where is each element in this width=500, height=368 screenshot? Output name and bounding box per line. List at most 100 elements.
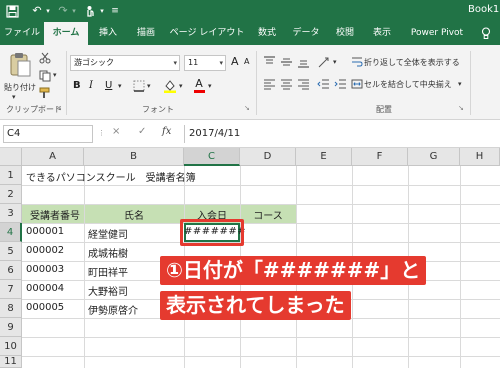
- insert-function-button[interactable]: fx: [162, 126, 171, 137]
- underline-dropdown-icon[interactable]: ▾: [118, 82, 122, 90]
- column-header-c[interactable]: C: [184, 148, 240, 166]
- font-name-select[interactable]: 游ゴシック ▾: [70, 55, 180, 71]
- fill-color-dropdown-icon[interactable]: ▾: [179, 82, 183, 90]
- borders-icon[interactable]: [132, 79, 146, 93]
- name-box[interactable]: C4: [3, 125, 93, 143]
- paste-dropdown-icon[interactable]: ▾: [12, 93, 16, 101]
- row-header-11[interactable]: 11: [0, 356, 22, 368]
- column-header-f[interactable]: F: [352, 148, 408, 166]
- cell-b7[interactable]: 大野裕司: [84, 283, 128, 298]
- cell-a4[interactable]: 000001: [22, 226, 64, 237]
- group-separator: [66, 51, 67, 115]
- column-header-g[interactable]: G: [408, 148, 460, 166]
- align-bottom-icon[interactable]: [296, 55, 311, 69]
- merge-center-button[interactable]: セルを結合して中央揃え: [364, 79, 452, 90]
- copy-icon[interactable]: [38, 69, 52, 83]
- decrease-indent-icon[interactable]: [316, 77, 331, 91]
- tab-formulas[interactable]: 数式: [250, 22, 284, 45]
- paste-label: 貼り付け: [4, 83, 36, 92]
- formula-input[interactable]: 2017/4/11: [184, 125, 500, 143]
- customize-icon[interactable]: ≡: [110, 3, 120, 19]
- copy-dropdown-icon[interactable]: ▾: [53, 71, 57, 79]
- borders-dropdown-icon[interactable]: ▾: [147, 82, 151, 90]
- cut-icon[interactable]: [38, 51, 52, 65]
- cell-a6[interactable]: 000003: [22, 264, 64, 275]
- align-center-icon[interactable]: [279, 77, 294, 91]
- align-middle-icon[interactable]: [279, 55, 294, 69]
- cell-b6[interactable]: 町田祥平: [84, 264, 128, 279]
- row-header-7[interactable]: 7: [0, 280, 22, 299]
- fill-color-icon[interactable]: [162, 78, 178, 94]
- tab-review[interactable]: 校閲: [328, 22, 362, 45]
- orientation-dropdown-icon[interactable]: ▾: [333, 58, 337, 66]
- increase-indent-icon[interactable]: [333, 77, 348, 91]
- row-header-3[interactable]: 3: [0, 204, 22, 223]
- font-size-value: 11: [188, 58, 199, 67]
- touch-dropdown-icon[interactable]: ▾: [98, 3, 106, 19]
- tab-data[interactable]: データ: [286, 22, 326, 45]
- grow-font-button[interactable]: A: [230, 54, 241, 70]
- cell-a1-title[interactable]: できるパソコンスクール 受講者名簿: [22, 169, 196, 184]
- cell-d3-header[interactable]: コース: [240, 207, 296, 222]
- lightbulb-icon[interactable]: [474, 22, 498, 45]
- row-header-1[interactable]: 1: [0, 166, 22, 185]
- cell-a5[interactable]: 000002: [22, 245, 64, 256]
- row-header-9[interactable]: 9: [0, 318, 22, 337]
- select-all-corner[interactable]: [0, 148, 22, 166]
- tab-power-pivot[interactable]: Power Pivot: [402, 22, 472, 45]
- row-header-6[interactable]: 6: [0, 261, 22, 280]
- format-painter-icon[interactable]: [38, 86, 52, 100]
- row-header-10[interactable]: 10: [0, 337, 22, 356]
- align-top-icon[interactable]: [262, 55, 277, 69]
- undo-icon[interactable]: ↶: [30, 3, 44, 19]
- row-header-8[interactable]: 8: [0, 299, 22, 318]
- merge-dropdown-icon[interactable]: ▾: [458, 80, 462, 88]
- column-header-e[interactable]: E: [296, 148, 352, 166]
- column-header-d[interactable]: D: [240, 148, 296, 166]
- tab-home[interactable]: ホーム: [44, 22, 88, 45]
- alignment-launcher-icon[interactable]: ↘: [458, 104, 464, 112]
- shrink-font-button[interactable]: A: [243, 56, 253, 70]
- font-color-dropdown-icon[interactable]: ▾: [208, 82, 212, 90]
- tab-page-layout[interactable]: ページ レイアウト: [166, 22, 248, 45]
- wrap-text-icon[interactable]: [350, 55, 363, 69]
- undo-dropdown-icon[interactable]: ▾: [44, 3, 52, 19]
- italic-button[interactable]: I: [88, 79, 100, 93]
- tab-view[interactable]: 表示: [364, 22, 400, 45]
- row-header-4[interactable]: 4: [0, 223, 22, 242]
- alignment-group-label: 配置: [376, 105, 392, 114]
- font-size-select[interactable]: 11 ▾: [184, 55, 226, 71]
- save-icon[interactable]: [4, 3, 20, 19]
- column-header-h[interactable]: H: [460, 148, 500, 166]
- cell-a3-header[interactable]: 受講者番号: [26, 207, 80, 222]
- bold-button[interactable]: B: [72, 79, 84, 93]
- column-header-a[interactable]: A: [22, 148, 84, 166]
- cell-b5[interactable]: 成城祐樹: [84, 245, 128, 260]
- font-color-icon[interactable]: A: [192, 76, 206, 94]
- merge-center-icon[interactable]: [350, 77, 363, 91]
- cell-b4[interactable]: 経堂健司: [84, 226, 128, 241]
- cell-b3-header[interactable]: 氏名: [84, 207, 184, 222]
- tab-file[interactable]: ファイル: [0, 22, 44, 45]
- clipboard-launcher-icon[interactable]: ↘: [56, 104, 62, 112]
- font-launcher-icon[interactable]: ↘: [244, 104, 250, 112]
- wrap-text-button[interactable]: 折り返して全体を表示する: [364, 57, 460, 68]
- cell-a7[interactable]: 000004: [22, 283, 64, 294]
- align-right-icon[interactable]: [296, 77, 311, 91]
- cell-a8[interactable]: 000005: [22, 302, 64, 313]
- enter-icon[interactable]: ✓: [138, 126, 146, 137]
- tab-insert[interactable]: 挿入: [90, 22, 126, 45]
- redo-icon[interactable]: ↷: [56, 3, 70, 19]
- tab-draw[interactable]: 描画: [128, 22, 164, 45]
- column-header-b[interactable]: B: [84, 148, 184, 166]
- row-header-5[interactable]: 5: [0, 242, 22, 261]
- ribbon-tabs: ファイル ホーム 挿入 描画 ページ レイアウト 数式 データ 校閲 表示 Po…: [0, 22, 500, 45]
- underline-button[interactable]: U: [104, 79, 116, 93]
- redo-dropdown-icon[interactable]: ▾: [70, 3, 78, 19]
- cell-b8[interactable]: 伊勢原啓介: [84, 302, 138, 317]
- align-left-icon[interactable]: [262, 77, 277, 91]
- cancel-icon[interactable]: ×: [112, 126, 120, 137]
- touch-mode-icon[interactable]: [82, 3, 96, 19]
- orientation-icon[interactable]: [316, 55, 332, 69]
- row-header-2[interactable]: 2: [0, 185, 22, 204]
